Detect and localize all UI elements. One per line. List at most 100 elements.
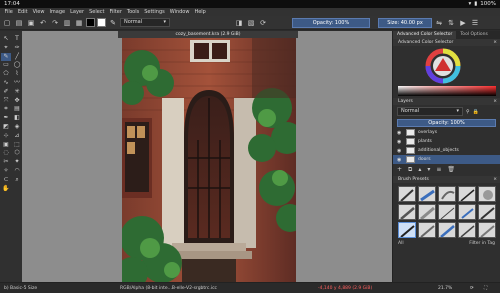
new-document-icon[interactable]: ▢ (2, 18, 12, 28)
brush-filter-input[interactable]: Filter in Tag (469, 241, 495, 246)
bezier-select-icon[interactable]: ◠ (12, 167, 22, 176)
menu-view[interactable]: View (30, 9, 47, 15)
menu-file[interactable]: File (2, 9, 15, 15)
brush-preset[interactable] (478, 204, 496, 220)
color-picker-icon[interactable]: ✒ (1, 114, 11, 123)
background-color-swatch[interactable] (97, 18, 106, 27)
pattern-icon[interactable]: ▦ (74, 18, 84, 28)
menu-image[interactable]: Image (47, 9, 68, 15)
size-slider[interactable]: Size: 40.00 px (378, 17, 432, 28)
properties-icon[interactable]: ≡ (436, 166, 441, 174)
gradient-tool-icon[interactable]: ▤ (12, 105, 22, 114)
dynamic-brush-icon[interactable]: ✐ (1, 88, 11, 97)
layer-row-selected[interactable]: ◉ doors (393, 155, 500, 164)
brush-preset[interactable] (458, 186, 476, 202)
menu-tools[interactable]: Tools (124, 9, 141, 15)
foreground-color-swatch[interactable] (86, 18, 95, 27)
blend-mode-select[interactable]: Normal ▾ (120, 18, 170, 27)
menu-window[interactable]: Window (167, 9, 192, 15)
multibrush-icon[interactable]: ✳ (12, 88, 22, 97)
transform-tool-icon[interactable]: ⤧ (1, 97, 11, 106)
menu-help[interactable]: Help (192, 9, 208, 15)
layer-opacity-slider[interactable]: Opacity: 100% (397, 119, 496, 127)
move-up-icon[interactable]: ▴ (418, 166, 421, 174)
smart-patch-icon[interactable]: ◩ (1, 123, 11, 132)
move-down-icon[interactable]: ▾ (427, 166, 430, 174)
measure-tool-icon[interactable]: ⊿ (12, 132, 22, 141)
eraser-icon[interactable]: ◨ (234, 18, 244, 28)
crop-tool-icon[interactable]: ⌗ (1, 105, 11, 114)
similar-select-icon[interactable]: ✧ (1, 167, 11, 176)
text-tool-icon[interactable]: T (12, 35, 22, 44)
mirror-vertical-icon[interactable]: ⇅ (446, 18, 456, 28)
brush-tag-select[interactable]: All (398, 241, 404, 246)
ellipse-tool-icon[interactable]: ◯ (12, 61, 22, 70)
brush-preset[interactable] (418, 222, 436, 238)
add-layer-icon[interactable]: + (397, 166, 402, 174)
undo-icon[interactable]: ↶ (38, 18, 48, 28)
brush-preset[interactable] (438, 186, 456, 202)
menu-select[interactable]: Select (87, 9, 107, 15)
freehand-path-icon[interactable]: 〰 (12, 79, 22, 88)
zoom-level[interactable]: 21.7% (438, 283, 452, 293)
ellipse-select-icon[interactable]: ◌ (1, 149, 11, 158)
brush-preset[interactable] (478, 222, 496, 238)
delete-layer-icon[interactable]: 🗑 (447, 166, 455, 174)
zoom-tool-icon[interactable]: ⌕ (12, 176, 22, 185)
menu-filter[interactable]: Filter (107, 9, 124, 15)
magnetic-select-icon[interactable]: ⊂ (1, 176, 11, 185)
play-icon[interactable]: ▶ (458, 18, 468, 28)
tab-advanced-color-selector[interactable]: Advanced Color Selector (393, 31, 457, 39)
color-wheel[interactable] (393, 46, 500, 98)
preserve-alpha-icon[interactable]: ▧ (246, 18, 256, 28)
layer-blend-select[interactable]: Normal ▾ (397, 107, 463, 116)
brush-preset[interactable] (458, 204, 476, 220)
redo-icon[interactable]: ↷ (50, 18, 60, 28)
fullscreen-icon[interactable]: ⛶ (484, 283, 487, 293)
menu-layer[interactable]: Layer (68, 9, 87, 15)
brush-preset[interactable] (418, 186, 436, 202)
canvas-area[interactable]: cozy_basement.kra (2.9 GiB) (22, 31, 392, 282)
opacity-slider[interactable]: Opacity: 100% (292, 17, 370, 28)
calligraphy-icon[interactable]: ✑ (12, 44, 22, 53)
move-tool-icon[interactable]: ✥ (12, 97, 22, 106)
tab-tool-options[interactable]: Tool Options (456, 31, 492, 39)
close-icon[interactable]: × (493, 176, 497, 183)
visibility-icon[interactable]: ◉ (397, 157, 403, 163)
mirror-horizontal-icon[interactable]: ⇋ (434, 18, 444, 28)
brush-preset[interactable] (438, 222, 456, 238)
save-icon[interactable]: ▣ (26, 18, 36, 28)
close-icon[interactable]: × (493, 39, 497, 46)
polyline-tool-icon[interactable]: ⌇ (12, 70, 22, 79)
polygon-select-icon[interactable]: ⬡ (12, 149, 22, 158)
artwork-canvas[interactable] (122, 38, 296, 282)
bezier-tool-icon[interactable]: ∿ (1, 79, 11, 88)
filter-icon[interactable]: ⚲ (466, 109, 470, 115)
menu-settings[interactable]: Settings (142, 9, 168, 15)
gradient-icon[interactable]: ▥ (62, 18, 72, 28)
brush-preset[interactable] (478, 186, 496, 202)
visibility-icon[interactable]: ◉ (397, 139, 403, 145)
document-tab[interactable]: cozy_basement.kra (2.9 GiB) (118, 31, 298, 38)
brush-preset-icon[interactable]: ✎ (108, 18, 118, 28)
pan-tool-icon[interactable]: ✋ (1, 185, 11, 194)
brush-preset[interactable] (438, 204, 456, 220)
current-brush-status[interactable]: b) Basic-5 Size (4, 283, 37, 293)
brush-preset[interactable] (398, 186, 416, 202)
polygon-tool-icon[interactable]: ⬠ (1, 70, 11, 79)
assistant-tool-icon[interactable]: ⊹ (1, 132, 11, 141)
brush-preset-selected[interactable] (398, 222, 416, 238)
colorize-mask-icon[interactable]: ◧ (12, 114, 22, 123)
line-tool-icon[interactable]: ╱ (12, 53, 22, 62)
menu-edit[interactable]: Edit (15, 9, 30, 15)
brush-preset[interactable] (458, 222, 476, 238)
lock-icon[interactable]: 🔒 (473, 109, 479, 115)
reload-preset-icon[interactable]: ⟳ (258, 18, 268, 28)
visibility-icon[interactable]: ◉ (397, 148, 403, 154)
rotate-icon[interactable]: ⟳ (470, 283, 474, 293)
rectangle-tool-icon[interactable]: ▭ (1, 61, 11, 70)
freehand-select-icon[interactable]: ✂ (1, 158, 11, 167)
brush-preset[interactable] (418, 204, 436, 220)
reference-images-icon[interactable]: ▣ (1, 141, 11, 150)
duplicate-layer-icon[interactable]: ⧉ (408, 166, 412, 174)
